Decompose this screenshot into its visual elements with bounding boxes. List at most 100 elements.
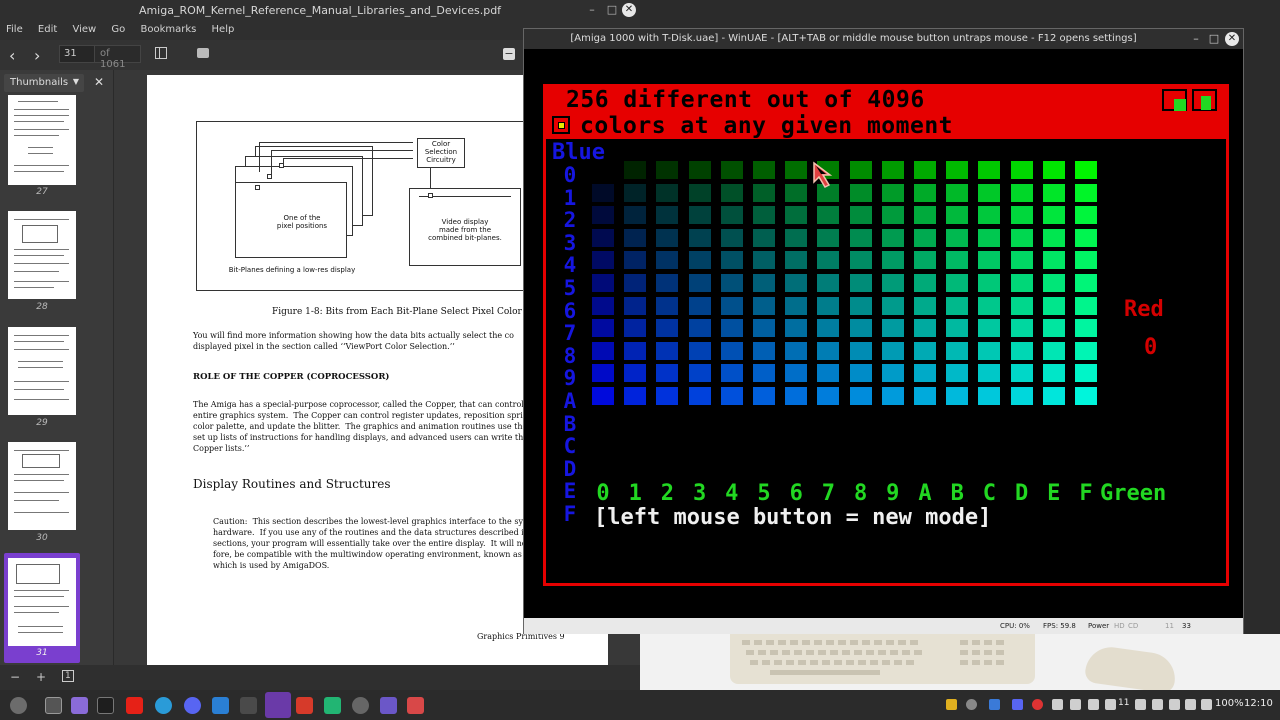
color-swatch[interactable] (849, 296, 872, 315)
menu-help[interactable]: Help (206, 22, 241, 35)
color-swatch[interactable] (1042, 319, 1065, 338)
color-swatch[interactable] (978, 206, 1001, 225)
color-swatch[interactable] (849, 387, 872, 405)
color-swatch[interactable] (1042, 206, 1065, 225)
color-swatch[interactable] (978, 341, 1001, 360)
color-swatch[interactable] (914, 161, 936, 179)
color-swatch[interactable] (624, 387, 647, 405)
app-icon-gray[interactable] (352, 697, 369, 714)
tray-icon[interactable] (1052, 699, 1063, 710)
color-swatch[interactable] (946, 274, 969, 292)
color-swatch[interactable] (720, 296, 743, 315)
show-desktop-icon[interactable] (45, 697, 62, 714)
color-swatch[interactable] (978, 228, 1001, 247)
color-swatch[interactable] (914, 319, 936, 338)
color-swatch[interactable] (1075, 319, 1097, 338)
color-swatch[interactable] (785, 183, 808, 202)
color-swatch[interactable] (978, 364, 1001, 383)
color-swatch[interactable] (1010, 251, 1033, 270)
color-swatch[interactable] (624, 319, 647, 338)
color-swatch[interactable] (624, 228, 647, 247)
color-swatch[interactable] (914, 206, 936, 225)
color-swatch[interactable] (592, 228, 614, 247)
color-swatch[interactable] (946, 341, 969, 360)
clock[interactable]: 12:10 (1244, 698, 1273, 709)
tray-icon[interactable] (1135, 699, 1146, 710)
color-swatch[interactable] (688, 387, 711, 405)
color-swatch[interactable] (656, 228, 679, 247)
color-swatch[interactable] (656, 387, 679, 405)
color-swatch[interactable] (946, 296, 969, 315)
color-swatch[interactable] (753, 274, 775, 292)
color-swatch[interactable] (849, 319, 872, 338)
close-sidebar-icon[interactable]: ✕ (94, 75, 104, 89)
color-swatch[interactable] (978, 274, 1001, 292)
color-swatch[interactable] (624, 364, 647, 383)
color-swatch[interactable] (1042, 364, 1065, 383)
color-swatch[interactable] (1042, 251, 1065, 270)
tray-icon[interactable] (966, 699, 977, 710)
color-swatch[interactable] (817, 228, 840, 247)
tray-icon[interactable] (1152, 699, 1163, 710)
color-swatch[interactable] (914, 364, 936, 383)
color-swatch[interactable] (978, 251, 1001, 270)
remove-icon[interactable]: − (10, 670, 20, 684)
sidebar-toggle-icon[interactable] (155, 47, 167, 59)
color-swatch[interactable] (914, 274, 936, 292)
color-swatch[interactable] (1075, 296, 1097, 315)
color-swatch[interactable] (656, 206, 679, 225)
color-swatch[interactable] (785, 161, 808, 179)
winuae-taskbar-icon[interactable] (265, 692, 291, 718)
thumbnail-page-30[interactable] (8, 442, 76, 530)
color-swatch[interactable] (656, 341, 679, 360)
close-icon[interactable]: ✕ (622, 3, 636, 17)
depth-gadget-icon[interactable] (1162, 89, 1187, 111)
color-swatch[interactable] (624, 274, 647, 292)
color-swatch[interactable] (1075, 364, 1097, 383)
color-swatch[interactable] (1042, 296, 1065, 315)
files-icon[interactable] (71, 697, 88, 714)
front-back-gadget-icon[interactable] (1192, 89, 1217, 111)
color-swatch[interactable] (688, 183, 711, 202)
color-swatch[interactable] (849, 251, 872, 270)
menu-file[interactable]: File (0, 22, 29, 35)
amiga-display[interactable]: 256 different out of 4096 colors at any … (543, 84, 1229, 586)
color-swatch[interactable] (720, 387, 743, 405)
color-swatch[interactable] (849, 161, 872, 179)
color-swatch[interactable] (881, 319, 904, 338)
color-swatch[interactable] (624, 206, 647, 225)
color-swatch[interactable] (753, 364, 775, 383)
color-swatch[interactable] (753, 387, 775, 405)
color-swatch[interactable] (849, 341, 872, 360)
app-icon-purple[interactable] (380, 697, 397, 714)
color-swatch[interactable] (1042, 387, 1065, 405)
vscode-icon[interactable] (212, 697, 229, 714)
color-swatch[interactable] (1010, 296, 1033, 315)
color-swatch[interactable] (849, 228, 872, 247)
color-swatch[interactable] (592, 387, 614, 405)
color-swatch[interactable] (1010, 341, 1033, 360)
color-swatch[interactable] (720, 251, 743, 270)
color-swatch[interactable] (688, 364, 711, 383)
color-swatch[interactable] (881, 183, 904, 202)
color-swatch[interactable] (785, 341, 808, 360)
app-icon-red[interactable] (296, 697, 313, 714)
discord-tray-icon[interactable] (1012, 699, 1023, 710)
color-swatch[interactable] (914, 341, 936, 360)
color-swatch[interactable] (881, 251, 904, 270)
atari-icon[interactable] (240, 697, 257, 714)
color-swatch[interactable] (656, 161, 679, 179)
color-swatch[interactable] (881, 341, 904, 360)
menu-go[interactable]: Go (105, 22, 131, 35)
chrome-icon[interactable] (155, 697, 172, 714)
color-swatch[interactable] (688, 161, 711, 179)
color-swatch[interactable] (1010, 274, 1033, 292)
color-swatch[interactable] (881, 387, 904, 405)
color-swatch[interactable] (720, 364, 743, 383)
color-swatch[interactable] (753, 341, 775, 360)
color-swatch[interactable] (592, 319, 614, 338)
tray-icon[interactable] (1088, 699, 1099, 710)
zoom-out-icon[interactable]: − (503, 48, 515, 60)
color-swatch[interactable] (720, 341, 743, 360)
thumbnail-page-27[interactable] (8, 95, 76, 185)
